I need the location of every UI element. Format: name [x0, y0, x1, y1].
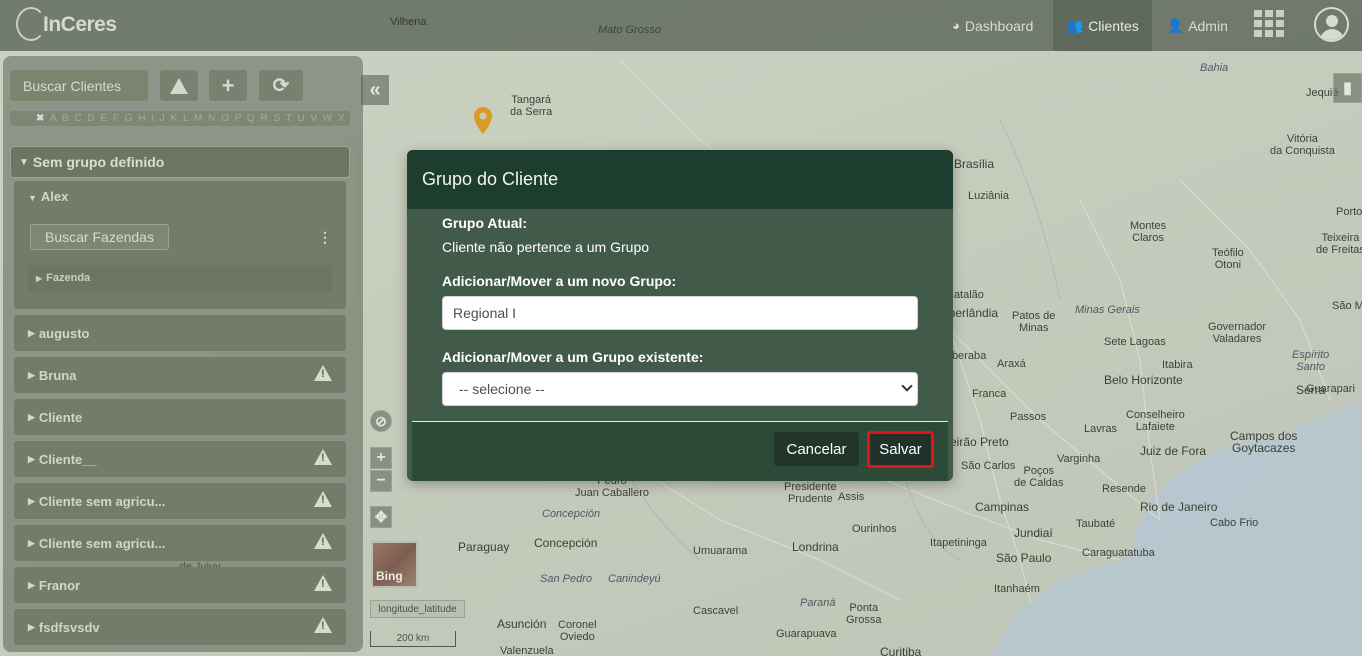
existing-group-selected: -- selecione --	[459, 381, 545, 397]
cancel-button[interactable]: Cancelar	[774, 432, 859, 466]
existing-group-select[interactable]: -- selecione --	[442, 372, 918, 406]
modal-header: Grupo do Cliente	[407, 150, 953, 209]
new-group-label: Adicionar/Mover a um novo Grupo:	[442, 273, 677, 289]
current-group-value: Cliente não pertence a um Grupo	[442, 239, 650, 255]
save-button[interactable]: Salvar	[867, 431, 934, 468]
new-group-input[interactable]	[442, 296, 918, 330]
modal-title: Grupo do Cliente	[422, 169, 559, 189]
current-group-label: Grupo Atual:	[442, 215, 528, 231]
existing-group-label: Adicionar/Mover a um Grupo existente:	[442, 349, 704, 365]
client-group-modal: Grupo do Cliente Grupo Atual: Cliente nã…	[407, 150, 953, 481]
chevron-down-icon	[901, 380, 913, 392]
modal-footer: Cancelar Salvar	[412, 421, 948, 481]
